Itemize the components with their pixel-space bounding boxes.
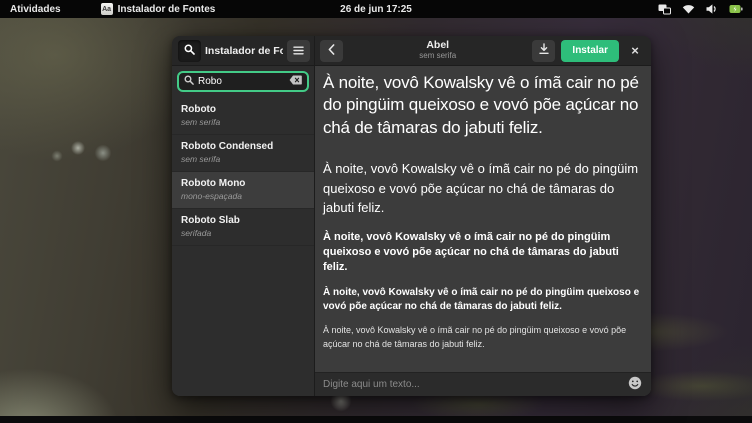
preview-font-style: sem serifa — [349, 52, 526, 61]
preview-paragraph-xs: À noite, vovô Kowalsky vê o ímã cair no … — [323, 324, 642, 351]
main-menu-button[interactable] — [287, 40, 310, 62]
search-icon — [184, 75, 194, 88]
font-item-style: mono-espaçada — [181, 191, 305, 201]
font-item-name: Roboto Mono — [181, 178, 305, 189]
search-toggle-button[interactable] — [178, 40, 201, 62]
font-item-style: serifada — [181, 228, 305, 238]
fonts-app-window: Instalador de Fontes Abel sem serifa — [172, 36, 651, 396]
search-entry[interactable] — [177, 71, 309, 92]
download-button[interactable] — [532, 40, 555, 62]
system-status-area[interactable] — [658, 0, 752, 18]
custom-text-bar — [315, 372, 651, 396]
font-list-item-roboto-slab[interactable]: Roboto Slab serifada — [172, 209, 314, 246]
preview-paragraph-lg: À noite, vovô Kowalsky vê o ímã cair no … — [323, 159, 642, 218]
left-headerbar: Instalador de Fontes — [172, 36, 315, 66]
font-item-name: Roboto Slab — [181, 215, 305, 226]
preview-headerbar: Abel sem serifa Instalar × — [315, 36, 651, 66]
clear-search-icon[interactable] — [289, 75, 302, 88]
font-list-item-roboto-mono[interactable]: Roboto Mono mono-espaçada — [172, 172, 314, 209]
search-row — [172, 66, 314, 98]
download-icon — [538, 43, 550, 58]
screencast-icon — [658, 4, 671, 15]
font-search-results: Roboto sem serifa Roboto Condensed sem s… — [172, 98, 314, 396]
hamburger-menu-icon — [293, 43, 304, 58]
activities-button[interactable]: Atividades — [0, 0, 71, 18]
back-chevron-icon — [328, 43, 335, 58]
focused-app-menu[interactable]: Aa Instalador de Fontes — [95, 0, 222, 18]
back-button[interactable] — [320, 40, 343, 62]
font-item-style: sem serifa — [181, 154, 305, 164]
preview-paragraph-xl: À noite, vovô Kowalsky vê o ímã cair no … — [323, 72, 642, 139]
search-input[interactable] — [198, 76, 285, 87]
font-list-pane: Roboto sem serifa Roboto Condensed sem s… — [172, 66, 315, 396]
close-icon: × — [631, 43, 639, 58]
emoji-picker-button[interactable] — [627, 377, 643, 393]
preview-font-heading: Abel sem serifa — [349, 40, 526, 60]
preview-paragraph-md: À noite, vovô Kowalsky vê o ímã cair no … — [323, 230, 642, 275]
font-item-name: Roboto — [181, 104, 305, 115]
battery-icon — [729, 4, 743, 14]
waterfall-preview: À noite, vovô Kowalsky vê o ímã cair no … — [315, 66, 651, 372]
desktop: Atividades Aa Instalador de Fontes 26 de… — [0, 0, 752, 423]
window-title: Instalador de Fontes — [205, 45, 283, 57]
font-preview-pane: À noite, vovô Kowalsky vê o ímã cair no … — [315, 66, 651, 396]
volume-icon — [706, 4, 718, 14]
font-list-item-roboto-condensed[interactable]: Roboto Condensed sem serifa — [172, 135, 314, 172]
focused-app-name: Instalador de Fontes — [118, 4, 216, 15]
custom-preview-text-input[interactable] — [323, 379, 621, 390]
wifi-icon — [682, 4, 695, 14]
smiley-icon — [628, 376, 642, 393]
fonts-app-icon: Aa — [101, 3, 113, 15]
font-item-style: sem serifa — [181, 117, 305, 127]
window-close-button[interactable]: × — [625, 40, 645, 62]
gnome-top-bar: Atividades Aa Instalador de Fontes 26 de… — [0, 0, 752, 18]
wallpaper-bottom-shadow — [0, 416, 752, 423]
search-icon — [184, 43, 195, 58]
preview-paragraph-sm: À noite, vovô Kowalsky vê o ímã cair no … — [323, 286, 642, 314]
install-button[interactable]: Instalar — [561, 40, 619, 62]
font-item-name: Roboto Condensed — [181, 141, 305, 152]
font-list-item-roboto[interactable]: Roboto sem serifa — [172, 98, 314, 135]
